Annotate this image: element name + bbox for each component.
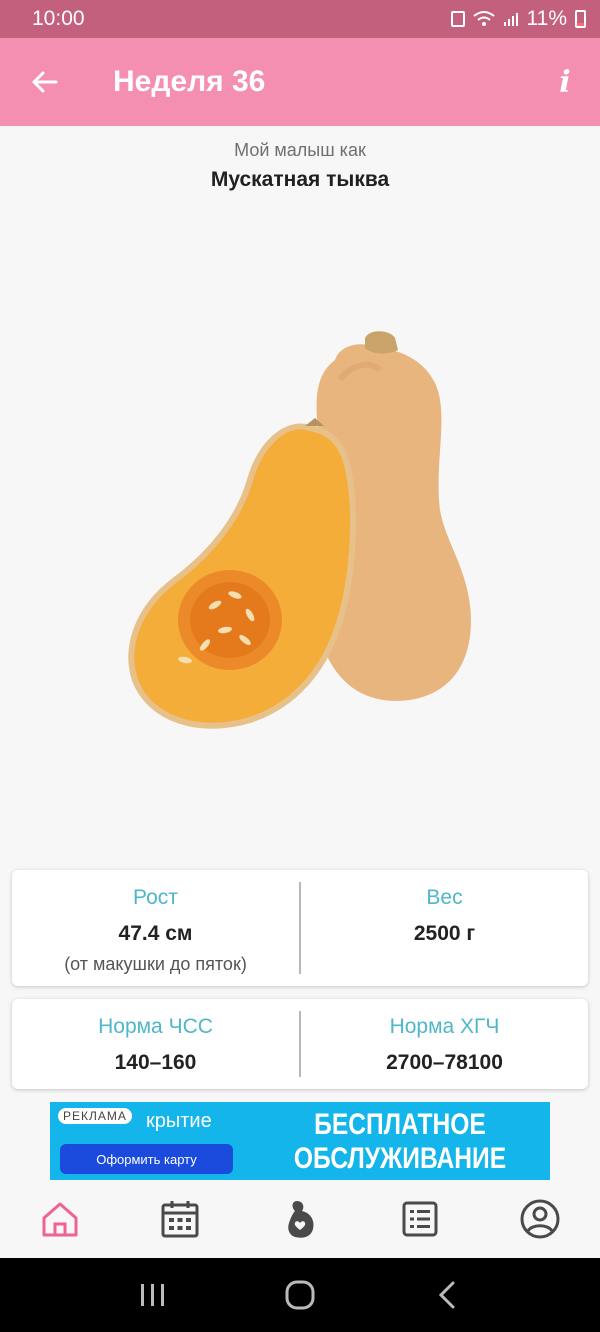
height-label: Рост — [133, 886, 178, 909]
back-button[interactable] — [0, 38, 88, 126]
home-circle-icon — [285, 1280, 315, 1310]
butternut-squash-image — [128, 331, 471, 729]
back-system-button[interactable] — [417, 1265, 477, 1325]
list-icon — [402, 1201, 438, 1237]
weight-value: 2500 г — [413, 922, 476, 945]
info-button[interactable]: i — [530, 38, 600, 126]
home-icon — [42, 1202, 78, 1237]
heart-rate-value: 140–160 — [114, 1051, 197, 1074]
status-bar: 10:00 11% — [0, 0, 600, 38]
ad-cta-button[interactable]: Оформить карту — [60, 1144, 233, 1174]
arrow-left-icon — [32, 71, 58, 93]
nav-home[interactable] — [0, 1180, 120, 1258]
recent-apps-button[interactable] — [123, 1265, 183, 1325]
pregnancy-icon — [288, 1201, 314, 1238]
app-bar: Неделя 36 i — [0, 38, 600, 126]
heart-rate-stat: Норма ЧСС 140–160 — [12, 999, 299, 1089]
ad-banner[interactable]: крытие РЕКЛАМА Оформить карту БЕСПЛАТНОЕ… — [50, 1102, 550, 1180]
sd-card-icon — [450, 11, 465, 27]
ad-headline: БЕСПЛАТНОЕ ОБСЛУЖИВАНИЕ — [277, 1108, 523, 1176]
system-nav-bar — [0, 1258, 600, 1332]
weight-stat: Вес 2500 г — [301, 870, 588, 986]
height-stat: Рост 47.4 см (от макушки до пяток) — [12, 870, 299, 986]
profile-icon — [520, 1199, 560, 1239]
heart-rate-label: Норма ЧСС — [98, 1015, 213, 1038]
chevron-left-icon — [438, 1281, 455, 1309]
bottom-nav — [0, 1180, 600, 1258]
nav-pregnancy[interactable] — [240, 1180, 360, 1258]
calendar-icon — [161, 1201, 199, 1238]
battery-icon — [575, 10, 586, 28]
battery-percent: 11% — [526, 7, 567, 30]
norms-card: Норма ЧСС 140–160 Норма ХГЧ 2700–78100 — [12, 999, 588, 1089]
nav-calendar[interactable] — [120, 1180, 240, 1258]
recent-apps-icon — [141, 1284, 165, 1306]
nav-list[interactable] — [360, 1180, 480, 1258]
wifi-icon — [472, 11, 495, 26]
hcg-label: Норма ХГЧ — [389, 1015, 500, 1038]
home-system-button[interactable] — [270, 1265, 330, 1325]
signal-icon — [503, 13, 518, 26]
ad-headline-line1: БЕСПЛАТНОЕ — [314, 1108, 486, 1141]
ad-label: РЕКЛАМА — [58, 1108, 132, 1124]
ad-headline-line2: ОБСЛУЖИВАНИЕ — [293, 1142, 507, 1175]
growth-card: Рост 47.4 см (от макушки до пяток) Вес 2… — [12, 870, 588, 986]
hcg-value: 2700–78100 — [386, 1051, 503, 1074]
comparison-subtitle: Мой малыш как — [234, 140, 366, 160]
fruit-name: Мускатная тыква — [210, 168, 390, 191]
nav-profile[interactable] — [480, 1180, 600, 1258]
height-note: (от макушки до пяток) — [64, 954, 247, 974]
status-time: 10:00 — [32, 7, 85, 30]
hcg-stat: Норма ХГЧ 2700–78100 — [301, 999, 588, 1089]
ad-brand: крытие — [146, 1110, 212, 1132]
weight-label: Вес — [426, 886, 463, 909]
page-title: Неделя 36 — [113, 65, 266, 98]
height-value: 47.4 см — [118, 922, 193, 945]
